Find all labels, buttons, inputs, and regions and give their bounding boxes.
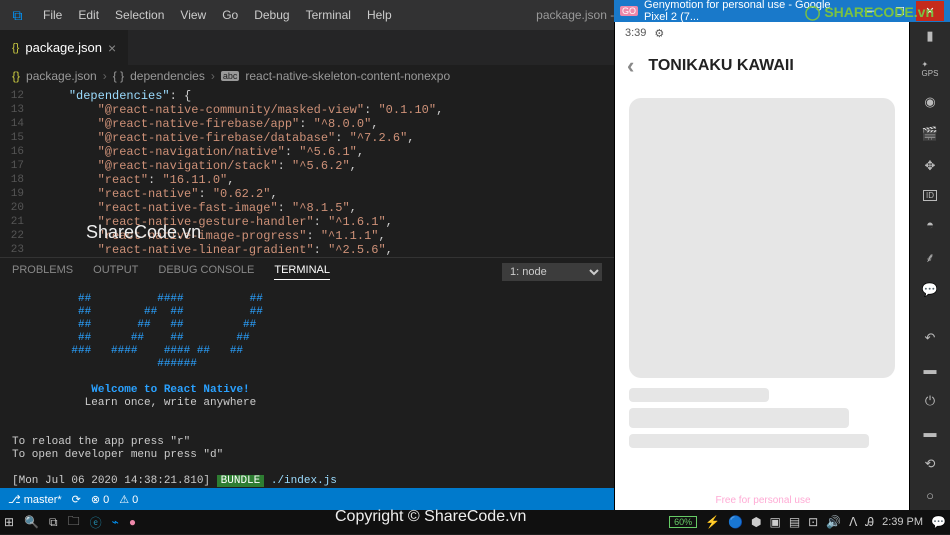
language-icon[interactable]: Ꭿ: [865, 515, 874, 530]
skeleton-line: [629, 388, 769, 402]
sync-icon[interactable]: ⟳: [72, 493, 81, 506]
breadcrumb-item[interactable]: react-native-skeleton-content-nonexpo: [245, 69, 450, 83]
vscode-taskbar-icon[interactable]: ⌁: [112, 515, 119, 529]
battery-indicator[interactable]: 60%: [669, 516, 697, 528]
back-icon[interactable]: ‹: [627, 53, 634, 79]
menu-help[interactable]: Help: [359, 8, 400, 22]
clapper-icon[interactable]: 🎬: [922, 126, 938, 142]
camera-icon[interactable]: ◉: [924, 94, 935, 110]
panel-tab-problems[interactable]: PROBLEMS: [12, 264, 73, 280]
emulator-watermark: Free for personal use: [615, 495, 911, 506]
breadcrumb-section[interactable]: dependencies: [130, 69, 205, 83]
windows-start-icon[interactable]: ⊞: [4, 515, 14, 529]
errors-count[interactable]: ⊗ 0: [91, 493, 109, 506]
menu-selection[interactable]: Selection: [107, 8, 172, 22]
brace-icon: { }: [113, 69, 124, 83]
tray-icon[interactable]: 🔵: [728, 515, 743, 529]
disc-icon[interactable]: ◓: [926, 217, 934, 232]
panel-tab-terminal[interactable]: TERMINAL: [274, 264, 330, 280]
panel-tabs: PROBLEMS OUTPUT DEBUG CONSOLE TERMINAL 1: n…: [0, 257, 614, 285]
menu-file[interactable]: File: [35, 8, 70, 22]
skeleton-line: [629, 434, 869, 448]
home-nav-icon[interactable]: ○: [926, 488, 934, 503]
task-view-icon[interactable]: ⧉: [49, 515, 58, 530]
skeleton-line: [629, 408, 849, 428]
tray-icon[interactable]: ▣: [769, 515, 780, 529]
id-icon[interactable]: ID: [923, 190, 937, 201]
git-branch[interactable]: ⎇ master*: [8, 493, 62, 506]
tab-label: package.json: [25, 40, 102, 55]
genymotion-taskbar-icon[interactable]: ●: [129, 515, 136, 529]
tab-package-json[interactable]: {} package.json ×: [0, 30, 129, 65]
warnings-count[interactable]: ⚠ 0: [119, 493, 138, 506]
volume-up-icon[interactable]: ▬: [924, 425, 937, 440]
sharecode-logo: ◯ SHARECODE.vn: [805, 4, 934, 21]
explorer-icon[interactable]: 🗀: [68, 512, 80, 533]
menu-edit[interactable]: Edit: [70, 8, 107, 22]
copyright-text: Copyright © ShareCode.vn: [335, 508, 526, 526]
breadcrumb-file[interactable]: package.json: [26, 69, 97, 83]
panel-tab-output[interactable]: OUTPUT: [93, 264, 138, 280]
search-icon[interactable]: 🔍: [24, 515, 39, 529]
edge-icon[interactable]: ⓔ: [90, 514, 102, 531]
phone-statusbar: 3:39 ⚙: [615, 22, 909, 44]
abc-icon: abc: [221, 71, 240, 81]
skeleton-image-placeholder: [629, 98, 895, 378]
phone-time: 3:39: [625, 27, 646, 39]
battery-icon[interactable]: ▮: [926, 28, 933, 44]
terminal-select[interactable]: 1: node: [502, 263, 602, 281]
close-icon[interactable]: ×: [108, 40, 116, 56]
network-icon[interactable]: ⊡: [808, 515, 818, 529]
move-icon[interactable]: ✥: [925, 158, 936, 174]
json-icon: {}: [12, 42, 19, 54]
charging-icon: ⚡: [705, 515, 720, 529]
menu-view[interactable]: View: [172, 8, 214, 22]
tray-icon[interactable]: ⬢: [751, 515, 761, 529]
tray-icon[interactable]: ▤: [789, 515, 800, 529]
gear-icon: ⚙: [654, 27, 664, 40]
menu-terminal[interactable]: Terminal: [298, 8, 359, 22]
notifications-icon[interactable]: 💬: [931, 515, 946, 529]
volume-down-icon[interactable]: ▬: [924, 362, 937, 377]
phone-screen[interactable]: 3:39 ⚙ ‹ TONIKAKU KAWAII Free for person…: [614, 22, 910, 510]
emulator-toolbar: ▮ ✦GPS ◉ 🎬 ✥ ID ◓ ⸙ 💬 ↶ ▬ ⏻ ▬ ⟲ ○ ◁: [910, 22, 950, 510]
vscode-statusbar: ⎇ master* ⟳ ⊗ 0 ⚠ 0: [0, 488, 614, 510]
taskbar-clock[interactable]: 2:39 PM: [882, 516, 923, 528]
power-icon[interactable]: ⏻: [925, 393, 935, 409]
volume-icon[interactable]: 🔊: [826, 515, 841, 529]
menu-go[interactable]: Go: [214, 8, 246, 22]
app-title: TONIKAKU KAWAII: [648, 57, 793, 75]
chevron-right-icon: ›: [211, 69, 215, 83]
menu-debug[interactable]: Debug: [246, 8, 297, 22]
panel-tab-debug-console[interactable]: DEBUG CONSOLE: [158, 264, 254, 280]
app-header: ‹ TONIKAKU KAWAII: [615, 44, 909, 88]
main-menu: FileEditSelectionViewGoDebugTerminalHelp: [35, 8, 400, 22]
gps-icon[interactable]: ✦GPS: [922, 60, 939, 78]
genymotion-icon: GO: [620, 6, 638, 16]
message-icon[interactable]: 💬: [922, 282, 938, 298]
json-icon: {}: [12, 69, 20, 83]
tray-chevron-icon[interactable]: ᐱ: [849, 515, 857, 529]
vscode-logo-icon: ⧉: [0, 7, 35, 24]
terminal[interactable]: ## #### ## ## ## ## ## ## ## ## ## ## ##…: [0, 285, 614, 507]
rotate-icon[interactable]: ⟲: [925, 456, 936, 472]
chevron-right-icon: ›: [103, 69, 107, 83]
watermark-text: ShareCode.vn: [86, 222, 201, 243]
back-nav-icon[interactable]: ↶: [925, 330, 936, 346]
wifi-icon[interactable]: ⸙: [925, 248, 935, 266]
